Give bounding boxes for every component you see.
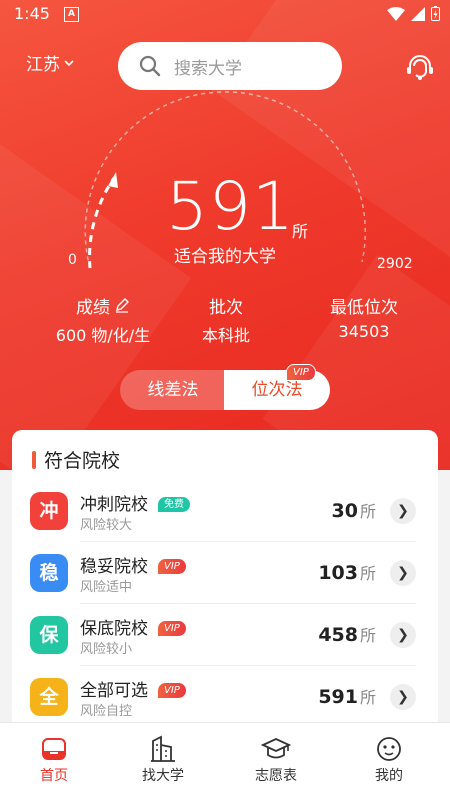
chevron-right-icon[interactable]: ❯: [390, 498, 416, 524]
stat-batch-value: 本科批: [201, 326, 250, 345]
list-item[interactable]: 冲 冲刺院校 免费 风险较大 30 所 ❯: [28, 480, 416, 542]
fallback-badge-icon: 保: [30, 616, 68, 654]
count-value: 458: [318, 624, 358, 646]
smile-icon: [377, 737, 401, 761]
count-unit: 所: [359, 564, 376, 583]
match-count: 591: [166, 168, 295, 245]
card-title: 符合院校: [32, 446, 120, 473]
method-toggle: 线差法 位次法 VIP: [120, 364, 330, 410]
list-item-count: 103 所: [318, 560, 376, 584]
stat-score-label: 成绩: [76, 297, 110, 318]
all-badge-icon: 全: [30, 678, 68, 716]
vip-badge: VIP: [286, 364, 316, 381]
count-value: 591: [318, 686, 358, 708]
tab-label: 首页: [40, 768, 68, 784]
rush-badge-icon: 冲: [30, 492, 68, 530]
stat-rank-label: 最低位次: [330, 297, 398, 318]
tab-label: 找大学: [142, 768, 184, 784]
chevron-right-icon[interactable]: ❯: [390, 622, 416, 648]
list-item-risk: 风险自控: [80, 704, 133, 719]
list-item-name: 保底院校: [80, 619, 148, 639]
stat-score-value: 600 物/化/生: [55, 326, 151, 345]
tab-label: 我的: [375, 768, 403, 784]
list-item-risk: 风险适中: [80, 580, 133, 595]
count-unit: 所: [359, 502, 376, 521]
list-item-risk: 风险较小: [80, 642, 133, 657]
hero-header: 1:45 A 江苏 搜索大学 591 所 适合我的大学 0 2902 成绩 60…: [0, 0, 450, 470]
count-unit: 所: [359, 688, 376, 707]
vip-badge: VIP: [158, 621, 186, 636]
stat-batch-label: 批次: [209, 297, 243, 318]
method-line-diff-button[interactable]: 线差法: [120, 370, 226, 410]
list-item[interactable]: 保 保底院校 VIP 风险较小 458 所 ❯: [28, 604, 416, 666]
list-item-risk: 风险较大: [80, 518, 133, 533]
count-unit: 所: [359, 626, 376, 645]
list-item[interactable]: 全 全部可选 VIP 风险自控 591 所 ❯: [28, 666, 416, 728]
list-item-count: 591 所: [318, 684, 376, 708]
tab-home[interactable]: 首页: [14, 733, 94, 785]
vip-badge: VIP: [158, 683, 186, 698]
stat-score[interactable]: 成绩 600 物/化/生: [33, 292, 173, 346]
gauge-max: 2902: [377, 256, 413, 272]
tab-find-university[interactable]: 找大学: [123, 733, 203, 785]
safe-badge-icon: 稳: [30, 554, 68, 592]
building-icon: [151, 735, 175, 762]
title-accent-bar: [32, 450, 36, 469]
chevron-right-icon[interactable]: ❯: [390, 560, 416, 586]
bottom-tab-bar: 首页 找大学 志愿表 我的: [0, 722, 450, 801]
chevron-right-icon[interactable]: ❯: [390, 684, 416, 710]
stat-batch: 批次 本科批: [156, 292, 296, 346]
gauge-min: 0: [68, 252, 77, 268]
home-icon: [42, 738, 66, 760]
list-item-name: 全部可选: [80, 681, 148, 701]
score-stats: 成绩 600 物/化/生 批次 本科批 最低位次 34503: [0, 292, 450, 352]
graduation-cap-icon: [261, 738, 291, 759]
free-badge: 免费: [158, 497, 190, 512]
list-item-count: 30 所: [332, 498, 376, 522]
matching-schools-card: 符合院校 冲 冲刺院校 免费 风险较大 30 所 ❯ 稳 稳妥院校 VIP 风险适…: [12, 430, 438, 730]
vip-badge: VIP: [158, 559, 186, 574]
list-item[interactable]: 稳 稳妥院校 VIP 风险适中 103 所 ❯: [28, 542, 416, 604]
edit-icon[interactable]: [114, 297, 130, 313]
list-item-count: 458 所: [318, 622, 376, 646]
gauge-pointer-icon: [108, 172, 118, 188]
count-value: 103: [318, 562, 358, 584]
card-title-text: 符合院校: [44, 450, 121, 472]
tab-label: 志愿表: [255, 768, 297, 784]
list-item-name: 稳妥院校: [80, 557, 148, 577]
tab-mine[interactable]: 我的: [349, 733, 429, 785]
match-count-unit: 所: [292, 222, 309, 241]
list-item-name: 冲刺院校: [80, 495, 148, 515]
count-value: 30: [331, 500, 358, 522]
stat-rank: 最低位次 34503: [294, 292, 434, 342]
stat-rank-value: 34503: [338, 322, 390, 341]
tab-application-form[interactable]: 志愿表: [236, 733, 316, 785]
